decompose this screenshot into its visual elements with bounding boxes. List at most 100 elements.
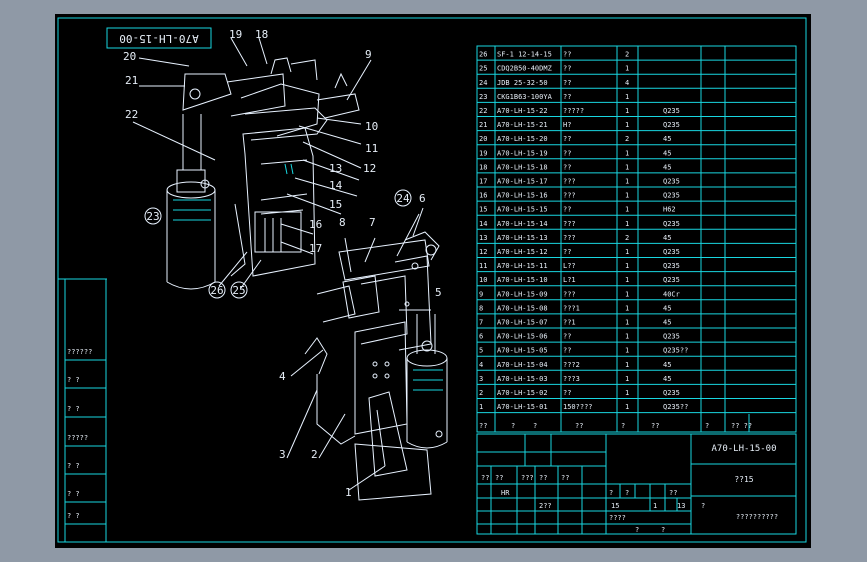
bom-cell: 1: [625, 163, 629, 171]
drawing-sheet: A70-LH-15-00 20 21 22 19 18 9 10 11 12 1…: [55, 14, 811, 548]
row-mark-5: ??: [561, 474, 569, 482]
callout-11: 11: [365, 142, 378, 155]
callout-10: 10: [365, 120, 378, 133]
label-2xx: 2??: [539, 502, 552, 510]
callout-5: 5: [435, 286, 442, 299]
bom-cell: 25: [479, 65, 487, 73]
bom-cell: ??: [563, 93, 571, 101]
row-mark-4: ??: [539, 474, 547, 482]
bom-cell: A70-LH-15-20: [497, 135, 548, 143]
bom-cell: 1: [625, 375, 629, 383]
bom-cell: A70-LH-15-05: [497, 347, 548, 355]
bom-cell: A70-LH-15-10: [497, 276, 548, 284]
bom-cell: 6: [479, 333, 483, 341]
callout-15: 15: [329, 198, 342, 211]
callout-16: 16: [309, 218, 322, 231]
title-block-text: A70-LH-15-00 ??15 ?????????? ? ?? ?? ???…: [481, 444, 778, 534]
bom-cell: 23: [479, 93, 487, 101]
bom-cell: ??: [563, 347, 571, 355]
bom-header-cell: ?: [511, 422, 515, 430]
label-15: 15: [611, 502, 619, 510]
bom-cell: Q235: [663, 121, 680, 129]
bom-header: ?????????? ?? ??: [479, 422, 752, 430]
bom-cell: 1: [625, 403, 629, 411]
bom-cell: ???: [563, 290, 576, 298]
bom-cell: ???: [563, 234, 576, 242]
bom-cell: ???: [563, 178, 576, 186]
bom-cell: H?: [563, 121, 571, 129]
bom-cell: 45: [663, 361, 671, 369]
rotated-code: A70-LH-15-00: [119, 32, 198, 45]
row-mark-2: ??: [495, 474, 503, 482]
bom-cell: 40Cr: [663, 290, 680, 298]
bom-cell: 13: [479, 234, 487, 242]
bom-cell: 1: [625, 149, 629, 157]
bom-cell: ???: [563, 220, 576, 228]
bom-cell: 1: [625, 192, 629, 200]
bom-cell: A70-LH-15-21: [497, 121, 548, 129]
bom-cell: A70-LH-15-16: [497, 192, 548, 200]
cad-drawing: A70-LH-15-00 20 21 22 19 18 9 10 11 12 1…: [57, 17, 807, 543]
bom-cell: 1: [625, 262, 629, 270]
bom-header-cell: ?: [533, 422, 537, 430]
bom-cell: 1: [625, 347, 629, 355]
callout-7: 7: [369, 216, 376, 229]
label-c: ?: [635, 526, 639, 534]
bom-cell: ?????: [563, 107, 584, 115]
bom-cell: 17: [479, 178, 487, 186]
bom-cell: A70-LH-15-22: [497, 107, 548, 115]
callout-24: 24: [396, 192, 410, 205]
callout-9: 9: [365, 48, 372, 61]
bom-cell: 1: [625, 389, 629, 397]
callout-19: 19: [229, 28, 242, 41]
bom-header-cell: ?: [705, 422, 709, 430]
bom-cell: 2: [625, 51, 629, 59]
bom-cell: A70-LH-15-09: [497, 290, 548, 298]
callout-1: 1: [345, 486, 352, 499]
bom-cell: 45: [663, 149, 671, 157]
leader-lines: [132, 37, 431, 491]
callout-labels: 20 21 22 19 18 9 10 11 12 13 14 15 16 17…: [123, 28, 442, 499]
bom-cell: 2: [625, 234, 629, 242]
bom-cell: A70-LH-15-01: [497, 403, 548, 411]
bom-cell: 7: [479, 319, 483, 327]
company-name: ??????????: [736, 513, 778, 521]
bom-cell: CDQ2B50-40DMZ: [497, 65, 552, 73]
bom-cell: ??: [563, 248, 571, 256]
bom-cell: CKG1B63-100YA: [497, 93, 553, 101]
bom-cell: 1: [625, 220, 629, 228]
bom-cell: 2: [479, 389, 483, 397]
bom-cell: 5: [479, 347, 483, 355]
bom-cell: 20: [479, 135, 487, 143]
left-block-item: ? ?: [67, 490, 80, 498]
bom-cell: A70-LH-15-03: [497, 375, 548, 383]
bom-cell: SF-1 12-14-15: [497, 51, 552, 59]
bom-cell: ??: [563, 333, 571, 341]
bom-cell: ??: [563, 389, 571, 397]
bom-cell: A70-LH-15-13: [497, 234, 548, 242]
bom-cell: 1: [625, 361, 629, 369]
bom-cell: L?1: [563, 276, 576, 284]
bom-cell: A70-LH-15-17: [497, 178, 548, 186]
bom-cell: 22: [479, 107, 487, 115]
bom-cell: 1: [625, 178, 629, 186]
bom-cell: 150????: [563, 403, 593, 411]
bom-cell: 1: [625, 107, 629, 115]
bom-cell: 1: [625, 304, 629, 312]
bom-cell: H62: [663, 206, 676, 214]
bom-cell: L??: [563, 262, 576, 270]
callout-17: 17: [309, 242, 322, 255]
bom-cell: ???: [563, 192, 576, 200]
bom-header-cell: ?: [621, 422, 625, 430]
bom-cell: 45: [663, 135, 671, 143]
left-block-item: ?????: [67, 434, 88, 442]
bom-cell: Q235: [663, 262, 680, 270]
bom-cell: ???3: [563, 375, 580, 383]
callout-8: 8: [339, 216, 346, 229]
callout-23: 23: [146, 210, 159, 223]
bom-cell: 45: [663, 234, 671, 242]
callout-21: 21: [125, 74, 138, 87]
bom-cell: 1: [625, 290, 629, 298]
row-mark-7: ?: [625, 489, 629, 497]
drawing-name: ??15: [734, 475, 753, 484]
